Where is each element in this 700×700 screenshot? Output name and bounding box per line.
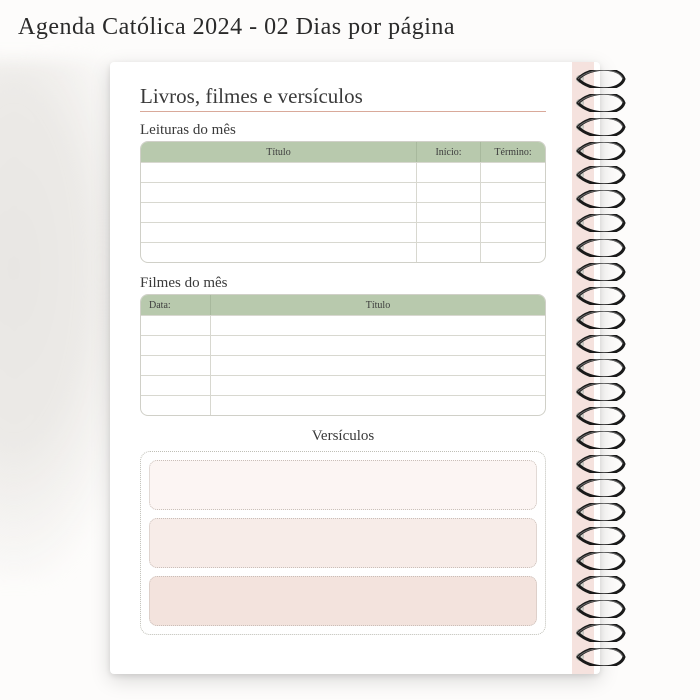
- films-row[interactable]: [141, 395, 545, 415]
- spiral-ring: [572, 503, 628, 521]
- films-row[interactable]: [141, 355, 545, 375]
- spiral-ring: [572, 600, 628, 618]
- readings-row[interactable]: [141, 242, 545, 262]
- spiral-ring: [572, 287, 628, 305]
- films-header-row: Data: Título: [141, 295, 545, 315]
- films-row[interactable]: [141, 335, 545, 355]
- spiral-ring: [572, 479, 628, 497]
- films-header-date: Data:: [141, 295, 211, 315]
- films-row[interactable]: [141, 315, 545, 335]
- verses-label: Versículos: [140, 428, 546, 445]
- films-table: Data: Título: [140, 294, 546, 416]
- verse-box[interactable]: [149, 576, 537, 626]
- spiral-ring: [572, 239, 628, 257]
- spiral-ring: [572, 190, 628, 208]
- spiral-ring: [572, 142, 628, 160]
- spiral-ring: [572, 527, 628, 545]
- spiral-ring: [572, 431, 628, 449]
- spiral-ring: [572, 455, 628, 473]
- films-header-title: Título: [211, 295, 545, 315]
- verse-box[interactable]: [149, 460, 537, 510]
- films-label: Filmes do mês: [140, 275, 546, 292]
- spiral-ring: [572, 166, 628, 184]
- spiral-ring: [572, 335, 628, 353]
- readings-header-title: Título: [141, 142, 417, 162]
- spiral-ring: [572, 552, 628, 570]
- spiral-ring: [572, 407, 628, 425]
- page-content: Livros, filmes e versículos Leituras do …: [110, 62, 570, 674]
- spiral-ring: [572, 94, 628, 112]
- spiral-ring: [572, 70, 628, 88]
- readings-header-row: Título Início: Término:: [141, 142, 545, 162]
- product-title: Agenda Católica 2024 - 02 Dias por págin…: [18, 14, 455, 41]
- spiral-ring: [572, 576, 628, 594]
- readings-header-start: Início:: [417, 142, 481, 162]
- spiral-ring: [572, 359, 628, 377]
- spiral-ring: [572, 118, 628, 136]
- spiral-ring: [572, 263, 628, 281]
- readings-table: Título Início: Término:: [140, 141, 546, 263]
- spiral-ring: [572, 624, 628, 642]
- readings-row[interactable]: [141, 202, 545, 222]
- readings-row[interactable]: [141, 222, 545, 242]
- page-heading: Livros, filmes e versículos: [140, 84, 546, 109]
- verses-container: [140, 451, 546, 635]
- spiral-ring: [572, 311, 628, 329]
- verse-box[interactable]: [149, 518, 537, 568]
- spiral-ring: [572, 214, 628, 232]
- spiral-binding: [572, 70, 628, 666]
- spiral-ring: [572, 648, 628, 666]
- readings-row[interactable]: [141, 162, 545, 182]
- readings-row[interactable]: [141, 182, 545, 202]
- notebook-page: Livros, filmes e versículos Leituras do …: [110, 62, 600, 674]
- heading-rule: [140, 111, 546, 112]
- readings-label: Leituras do mês: [140, 122, 546, 139]
- films-row[interactable]: [141, 375, 545, 395]
- readings-header-end: Término:: [481, 142, 545, 162]
- spiral-ring: [572, 383, 628, 401]
